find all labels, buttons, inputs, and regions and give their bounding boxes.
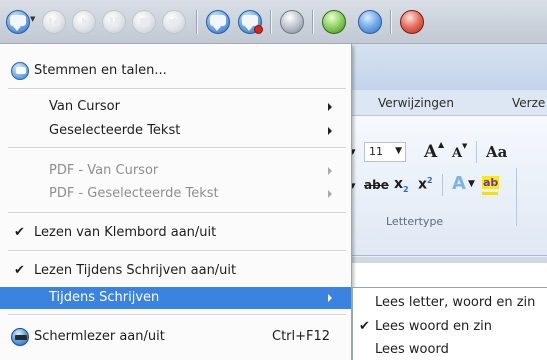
change-case-button[interactable]: Aa: [486, 143, 507, 161]
toolbar-separator: [390, 10, 392, 34]
menu-item-label: Van Cursor: [49, 99, 120, 114]
shrink-font-button[interactable]: A: [452, 146, 462, 161]
pause-button[interactable]: [100, 10, 128, 34]
menu-item-read-while-typing[interactable]: ✔ Lezen Tijdens Schrijven aan/uit: [0, 260, 351, 282]
volume-button[interactable]: [160, 10, 188, 34]
submenu-item-label: Lees woord en zin: [375, 319, 492, 334]
menu-item-voices[interactable]: Stemmen en talen...: [0, 60, 351, 82]
submenu-item-label: Lees woord: [375, 342, 449, 357]
menu-item-screen-reader[interactable]: Schermlezer aan/uit Ctrl+F12: [0, 326, 351, 348]
check-mark-icon: ✔: [14, 263, 25, 278]
menu-item-pdf-selected-text[interactable]: PDF - Geselecteerde Tekst: [0, 183, 351, 205]
search-button[interactable]: [320, 10, 348, 34]
menu-item-label: Lezen van Klembord aan/uit: [34, 225, 217, 240]
submenu-item-word[interactable]: Lees woord: [353, 339, 547, 360]
menu-item-while-typing[interactable]: Tijdens Schrijven: [0, 287, 351, 309]
ribbon-divider: [442, 174, 443, 196]
chevron-down-icon: ▼: [468, 179, 475, 189]
speech-toolbar: ▼: [0, 0, 547, 44]
save-audio-button[interactable]: [204, 10, 232, 34]
previous-button[interactable]: [40, 10, 68, 34]
ruler-band: [352, 257, 547, 263]
submenu-item-word-sentence[interactable]: ✔ Lees woord en zin: [353, 316, 547, 338]
menu-item-from-cursor[interactable]: Van Cursor: [0, 96, 351, 118]
menu-separator: [8, 314, 346, 316]
toolbar-separator: [196, 10, 198, 34]
menu-item-label: Tijdens Schrijven: [49, 290, 160, 305]
grow-font-arrow-icon: ▲: [438, 140, 445, 149]
subscript-letter: x: [394, 176, 404, 192]
dictionary-button[interactable]: [356, 10, 384, 34]
ribbon-header: [352, 44, 547, 90]
superscript-button[interactable]: x2: [418, 176, 433, 193]
menu-item-read-clipboard[interactable]: ✔ Lezen van Klembord aan/uit: [0, 222, 351, 244]
while-typing-submenu: Lees letter, woord en zin ✔ Lees woord e…: [352, 287, 547, 360]
menu-separator: [8, 88, 346, 90]
submenu-item-label: Lees letter, woord en zin: [375, 295, 536, 310]
menu-separator: [8, 147, 346, 149]
menu-item-label: Stemmen en talen...: [34, 63, 167, 78]
speech-menu-button[interactable]: [4, 10, 32, 34]
tab-references[interactable]: Verwijzingen: [378, 96, 454, 110]
flag-button[interactable]: [398, 10, 426, 34]
speech-menu-dropdown-arrow-icon: ▼: [30, 15, 36, 23]
stop-button[interactable]: [130, 10, 158, 34]
ribbon-tab-bar: Verwijzingen Verze: [352, 90, 547, 116]
screen-reader-icon: [10, 327, 30, 347]
highlight-color-bar: [482, 192, 498, 195]
chevron-down-icon: ▼: [395, 146, 402, 156]
menu-item-label: PDF - Geselecteerde Tekst: [49, 186, 219, 201]
shrink-font-arrow-icon: ▼: [462, 142, 468, 150]
ribbon-divider: [476, 141, 477, 163]
play-button[interactable]: [70, 10, 98, 34]
font-size-dropdown[interactable]: 11 ▼: [364, 142, 406, 162]
superscript-letter: x: [418, 176, 428, 193]
submenu-arrow-icon: [328, 103, 332, 111]
search-icon: [322, 10, 346, 34]
superscript-mark: 2: [427, 176, 433, 185]
font-size-value: 11: [369, 145, 383, 158]
ribbon-group-separator: [516, 168, 517, 226]
ribbon-font-group: ▾ 11 ▼ A ▲ A ▼ Aa ▾ abe x2 x2 A ▼ ab: [350, 116, 547, 256]
menu-separator: [8, 212, 346, 214]
speech-dropdown-menu: Stemmen en talen... Van Cursor Geselecte…: [0, 44, 352, 360]
subscript-mark: 2: [403, 184, 409, 194]
toolbar-separator: [270, 10, 272, 34]
menu-item-label: PDF - Van Cursor: [49, 163, 159, 178]
keyboard-icon: [280, 10, 304, 34]
submenu-arrow-icon: [328, 190, 332, 198]
record-button[interactable]: [236, 10, 264, 34]
check-mark-icon: ✔: [14, 225, 25, 240]
submenu-arrow-icon: [328, 294, 332, 302]
submenu-arrow-icon: [328, 167, 332, 175]
strikethrough-button[interactable]: abe: [364, 178, 389, 192]
record-dot-icon: [254, 25, 263, 34]
menu-item-label: Schermlezer aan/uit: [34, 329, 165, 344]
subscript-button[interactable]: x2: [394, 176, 409, 194]
submenu-arrow-icon: [328, 127, 332, 135]
font-group-label: Lettertype: [386, 215, 444, 228]
keyboard-button[interactable]: [278, 10, 306, 34]
text-effects-button[interactable]: A: [452, 173, 466, 194]
menu-item-label: Geselecteerde Tekst: [49, 123, 181, 138]
check-mark-icon: ✔: [359, 319, 370, 334]
submenu-item-letter-word-sentence[interactable]: Lees letter, woord en zin: [353, 292, 547, 314]
highlight-button[interactable]: ab: [482, 176, 500, 189]
menu-item-shortcut: Ctrl+F12: [272, 329, 331, 344]
menu-item-selected-text[interactable]: Geselecteerde Tekst: [0, 120, 351, 142]
speech-bubble-icon: [10, 61, 30, 81]
toolbar-separator: [312, 10, 314, 34]
flag-icon: [400, 10, 424, 34]
dictionary-icon: [358, 10, 382, 34]
grow-font-button[interactable]: A: [424, 142, 437, 162]
menu-item-label: Lezen Tijdens Schrijven aan/uit: [34, 263, 237, 278]
menu-separator: [8, 250, 346, 252]
menu-item-pdf-from-cursor[interactable]: PDF - Van Cursor: [0, 160, 351, 182]
tab-partial[interactable]: Verze: [512, 96, 545, 110]
